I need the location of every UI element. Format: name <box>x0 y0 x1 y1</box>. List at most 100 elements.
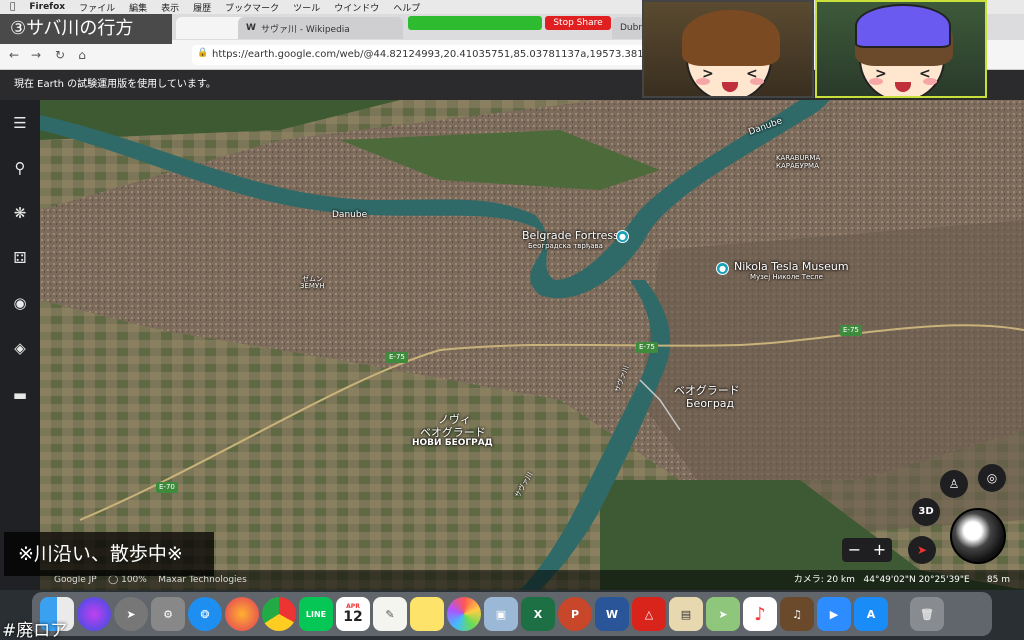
garageband-icon[interactable]: ♫ <box>780 597 814 631</box>
calendar-icon[interactable]: APR 12 <box>336 597 370 631</box>
forward-icon[interactable]: → <box>28 47 44 63</box>
preview-icon[interactable]: ▣ <box>484 597 518 631</box>
menu-tools[interactable]: ツール <box>293 1 320 14</box>
zoom-level: 100% <box>121 575 147 585</box>
menu-file[interactable]: ファイル <box>79 1 115 14</box>
map-label-tesla[interactable]: Nikola Tesla Museum <box>734 260 849 273</box>
reload-icon[interactable]: ↻ <box>52 47 68 63</box>
map-label-novi-sr: НОВИ БЕОГРАД <box>412 438 493 448</box>
blush-shape <box>696 78 710 85</box>
calendar-day: 12 <box>343 609 363 625</box>
road-shield-e75: E-75 <box>840 325 862 336</box>
my-location-icon[interactable]: ◎ <box>978 464 1006 492</box>
dock: ➤ ⚙ ❂ LINE APR 12 ✎ ▣ X P W △ ▤ ➤ ♪ ♫ ▶ … <box>32 592 992 636</box>
voyager-icon[interactable]: ❋ <box>8 201 32 225</box>
3d-toggle-button[interactable]: 3D <box>912 498 940 526</box>
map-label-belgrade-ja: ベオグラード <box>674 384 740 397</box>
system-settings-icon[interactable]: ⚙ <box>151 597 185 631</box>
hat-shape <box>855 4 951 48</box>
safari-icon[interactable]: ❂ <box>188 597 222 631</box>
music-icon[interactable]: ♪ <box>743 597 777 631</box>
lock-icon: 🔒 <box>197 48 209 58</box>
apple-icon[interactable]:  <box>10 2 15 12</box>
ruler-icon[interactable]: ▬ <box>8 383 32 407</box>
map-terrain <box>40 100 1024 590</box>
tab-wikipedia-label: サヴァ川 - Wikipedia <box>260 24 350 35</box>
map-label-karaburma-ja: KARABURMA <box>776 154 821 162</box>
tab-dubro[interactable]: Dubro <box>612 17 647 39</box>
road-shield-e75: E-75 <box>636 342 658 353</box>
map-label-fortress[interactable]: Belgrade Fortress <box>522 229 619 242</box>
placemark-icon[interactable]: ◉ <box>8 291 32 315</box>
word-icon[interactable]: W <box>595 597 629 631</box>
coordinates: 44°49'02"N 20°25'39"E <box>863 575 970 585</box>
earth-sidebar: ☰ ⚲ ❋ ⚃ ◉ ◈ ▬ <box>0 100 40 590</box>
walk-caption: ※川沿い、散歩中※ <box>4 532 214 576</box>
menu-icon[interactable]: ☰ <box>8 111 32 135</box>
dice-icon[interactable]: ⚃ <box>8 246 32 270</box>
overlay-title: ③サバ川の行方 <box>0 14 172 44</box>
trash-icon[interactable]: 🗑 <box>910 597 944 631</box>
acrobat-icon[interactable]: △ <box>632 597 666 631</box>
status-right: カメラ: 20 km 44°49'02"N 20°25'39"E 85 m <box>794 570 1010 590</box>
scale-icon: ◯ <box>108 575 119 585</box>
museum-pin-icon[interactable]: ● <box>616 230 629 243</box>
hashtag-caption: #廃ロア <box>2 621 68 640</box>
map-label-tesla-sr: Музеј Николе Тесле <box>750 273 823 281</box>
pegman-icon[interactable]: ♙ <box>940 470 968 498</box>
mouth-shape <box>895 82 911 92</box>
launchpad-icon[interactable]: ➤ <box>114 597 148 631</box>
zoom-in-button[interactable]: + <box>867 538 892 562</box>
menu-help[interactable]: ヘルプ <box>393 1 420 14</box>
blush-shape <box>750 78 764 85</box>
stocks-icon[interactable]: ▤ <box>669 597 703 631</box>
menu-edit[interactable]: 編集 <box>129 1 147 14</box>
chrome-icon[interactable] <box>262 597 296 631</box>
tab-wikipedia[interactable]: W サヴァ川 - Wikipedia <box>238 17 403 39</box>
map-label-fortress-sr: Београдска тврђава <box>528 242 603 250</box>
mouth-shape <box>722 82 738 92</box>
map-label-belgrade-sr: Београд <box>686 397 735 410</box>
home-icon[interactable]: ⌂ <box>74 47 90 63</box>
url-field[interactable]: https://earth.google.com/web/@44.8212499… <box>192 45 644 65</box>
textedit-icon[interactable]: ✎ <box>373 597 407 631</box>
back-icon[interactable]: ← <box>6 47 22 63</box>
blush-shape <box>923 78 937 85</box>
webcam-thumbnail-2: > < <box>815 0 987 98</box>
menu-bookmarks[interactable]: ブックマーク <box>225 1 279 14</box>
excel-icon[interactable]: X <box>521 597 555 631</box>
satellite-map[interactable]: Danube Danube KARABURMA КАРАБУРМА Belgra… <box>40 100 1024 590</box>
siri-icon[interactable] <box>77 597 111 631</box>
photos-icon[interactable] <box>447 597 481 631</box>
google-logo: Google JP <box>54 575 97 585</box>
menu-window[interactable]: ウインドウ <box>334 1 379 14</box>
search-icon[interactable]: ⚲ <box>8 156 32 180</box>
zoom-app-icon[interactable]: ▶ <box>817 597 851 631</box>
layers-icon[interactable]: ◈ <box>8 336 32 360</box>
menu-app-name[interactable]: Firefox <box>29 2 65 12</box>
globe-icon[interactable] <box>950 508 1006 564</box>
screen-share-bar <box>408 16 542 30</box>
zoom-controls: − + <box>842 538 892 562</box>
menu-history[interactable]: 履歴 <box>193 1 211 14</box>
zoom-out-button[interactable]: − <box>842 538 867 562</box>
blush-shape <box>869 78 883 85</box>
map-label-karaburma-sr: КАРАБУРМА <box>776 162 819 170</box>
elevation: 85 m <box>986 575 1010 585</box>
firefox-icon[interactable] <box>225 597 259 631</box>
stop-share-button[interactable]: Stop Share <box>545 16 611 30</box>
powerpoint-icon[interactable]: P <box>558 597 592 631</box>
map-label-zemun-sr: ЗЕМУН <box>300 282 325 290</box>
app-store-icon[interactable]: A <box>854 597 888 631</box>
museum-pin-icon[interactable]: ● <box>716 262 729 275</box>
road-shield-e70: E-70 <box>156 482 178 493</box>
compass-icon[interactable]: ➤ <box>908 536 936 564</box>
line-icon[interactable]: LINE <box>299 597 333 631</box>
menu-view[interactable]: 表示 <box>161 1 179 14</box>
hair-shape <box>682 10 780 66</box>
imagery-attribution[interactable]: Maxar Technologies <box>158 575 247 585</box>
camera-altitude: カメラ: 20 km <box>793 575 855 585</box>
maps-icon[interactable]: ➤ <box>706 597 740 631</box>
avatar: > < <box>682 10 780 96</box>
notes-icon[interactable] <box>410 597 444 631</box>
